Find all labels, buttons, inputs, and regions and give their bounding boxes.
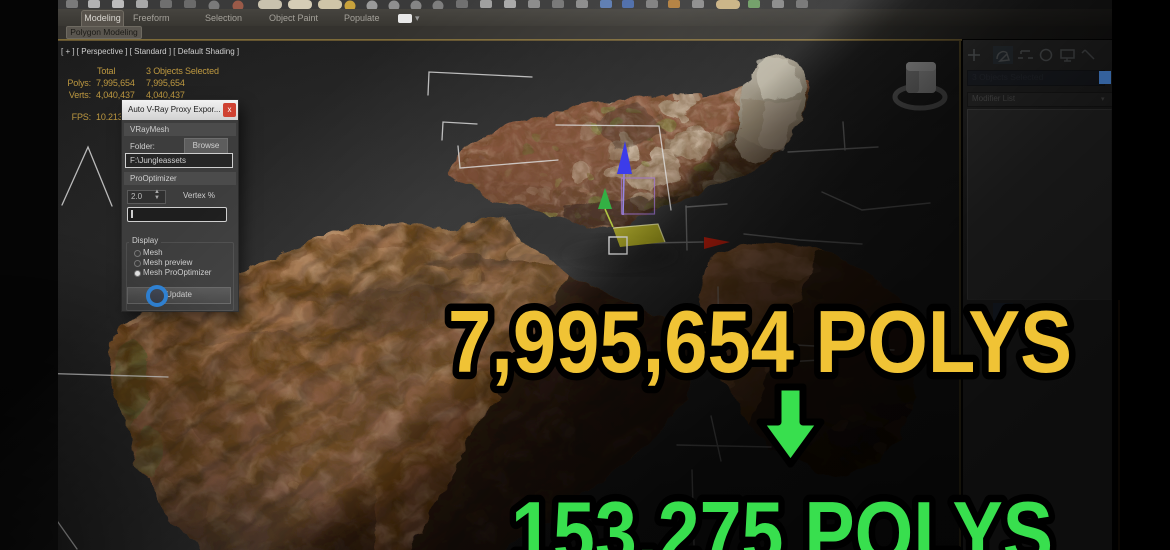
svg-text:153,275 POLYS: 153,275 POLYS <box>511 483 1053 550</box>
svg-text:7,995,654 POLYS: 7,995,654 POLYS <box>448 292 1072 391</box>
